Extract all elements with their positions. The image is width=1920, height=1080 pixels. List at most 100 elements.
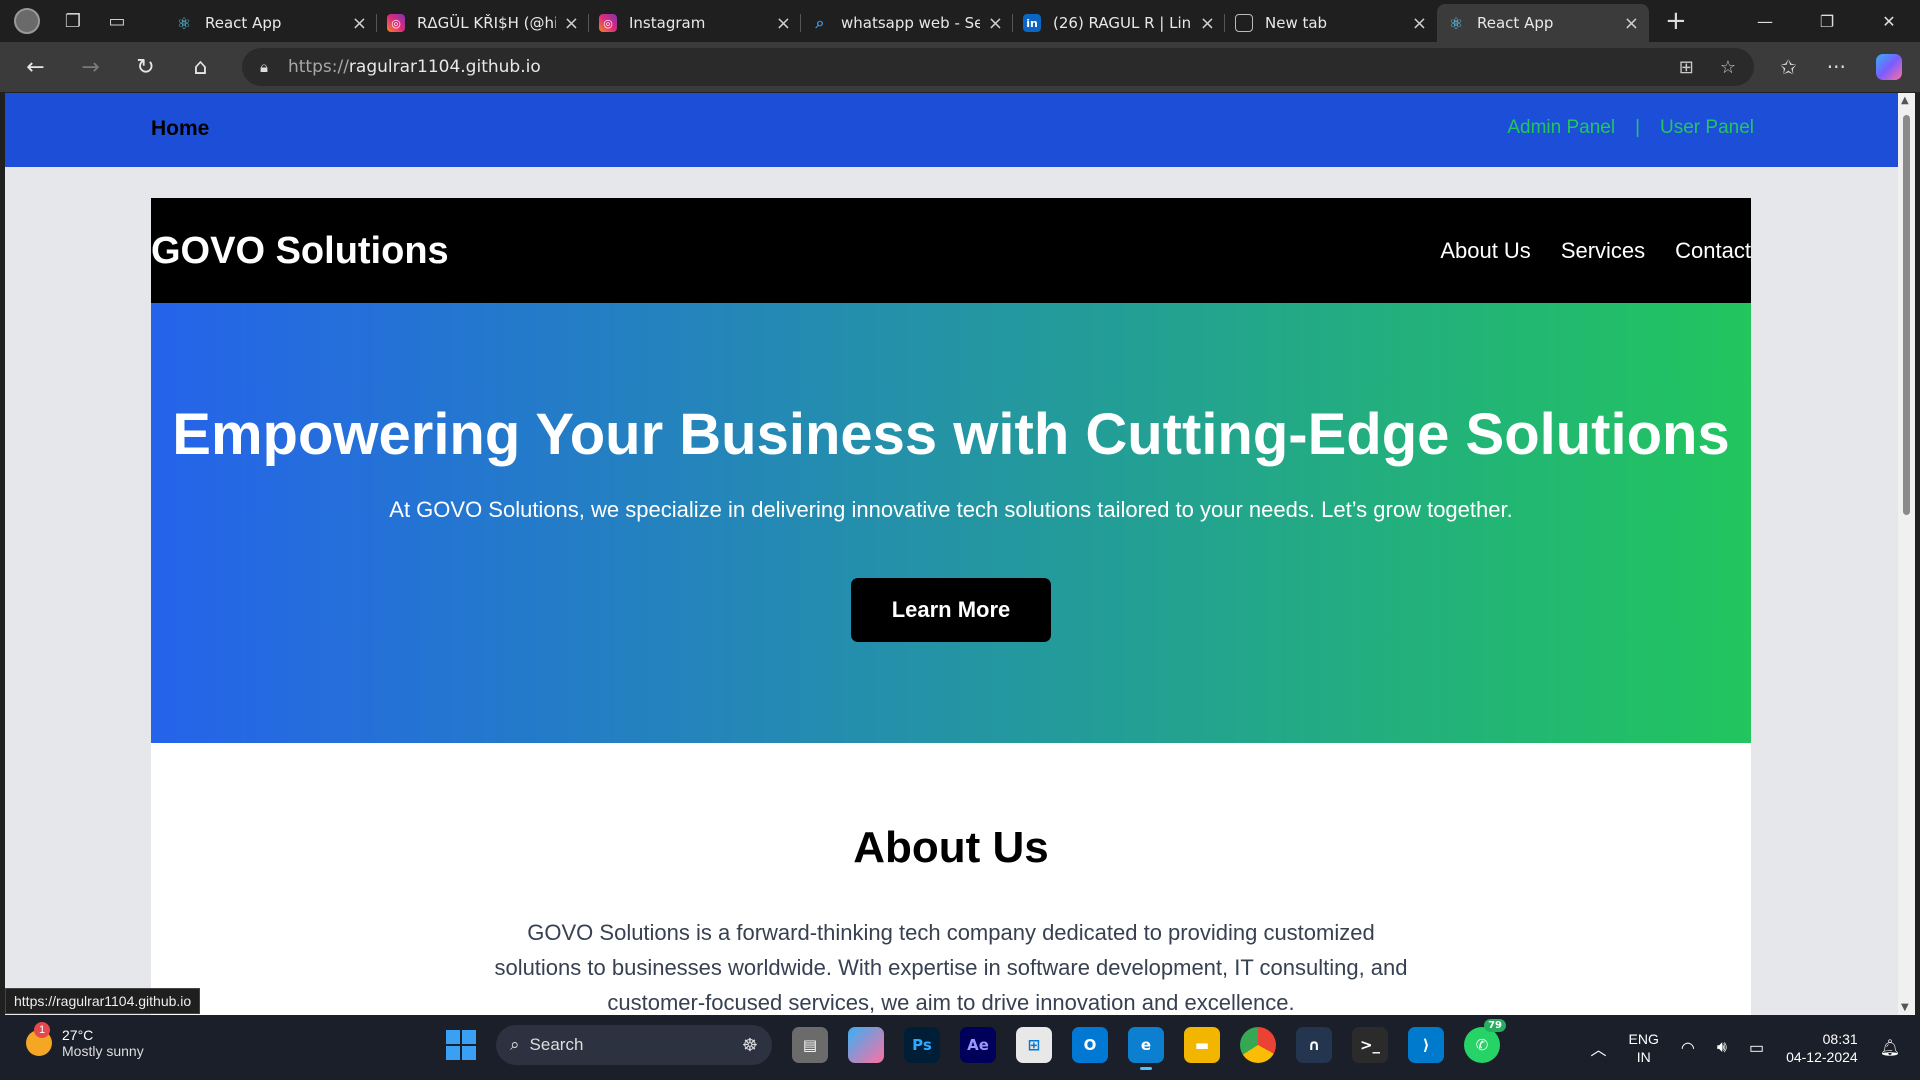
about-section: About Us GOVO Solutions is a forward-thi…	[151, 823, 1751, 1015]
close-tab-icon[interactable]: ×	[988, 13, 1003, 34]
vscode-icon[interactable]: ⟩	[1408, 1027, 1444, 1063]
profile-avatar[interactable]	[14, 8, 40, 34]
weather-temp: 27°C	[62, 1027, 94, 1043]
close-tab-icon[interactable]: ×	[1412, 13, 1427, 34]
page-scrollbar[interactable]: ▲ ▼	[1898, 93, 1915, 1015]
nav-services[interactable]: Services	[1561, 238, 1645, 264]
system-tray: ︿ ENG IN ◠ 🔊︎ ▭ 08:31 04-12-2024 🔔︎	[1591, 1015, 1920, 1080]
search-label: Search	[529, 1035, 584, 1054]
more-menu-icon[interactable]: ···	[1827, 55, 1846, 79]
address-url[interactable]: https://ragulrar1104.github.io	[288, 57, 1653, 77]
notification-badge: 1	[34, 1022, 50, 1038]
back-arrow-icon[interactable]: ←	[8, 55, 63, 80]
new-tab-plus-icon[interactable]: +	[1665, 6, 1695, 36]
address-bar[interactable]: 🔒︎ https://ragulrar1104.github.io ⊞ ☆	[242, 48, 1754, 86]
close-tab-icon[interactable]: ×	[352, 13, 367, 34]
windows-start-icon[interactable]	[446, 1030, 476, 1060]
vertical-tabs-icon[interactable]: ▭	[106, 11, 128, 32]
wifi-icon[interactable]: ◠	[1681, 1038, 1695, 1058]
search-icon: ⌕	[815, 13, 825, 32]
browser-toolbar: ← → ↻ ⌂ 🔒︎ https://ragulrar1104.github.i…	[0, 42, 1920, 92]
file-explorer-icon[interactable]: ▬	[1184, 1027, 1220, 1063]
tab-title: React App	[1477, 14, 1554, 32]
tab-list: ⚛ React App × ◎ RΔGÜL KŘI$H (@hig × ◎ In…	[165, 0, 1649, 42]
learn-more-button[interactable]: Learn More	[851, 578, 1051, 642]
language-indicator[interactable]: ENG IN	[1629, 1030, 1659, 1066]
clock-date: 04-12-2024	[1786, 1048, 1858, 1065]
site-nav: About Us Services Contact	[1440, 238, 1751, 264]
tab-strip: ❐ ▭ ⚛ React App × ◎ RΔGÜL KŘI$H (@hig × …	[0, 0, 1920, 42]
admin-panel-link[interactable]: Admin Panel	[1507, 117, 1615, 139]
close-window-icon[interactable]: ✕	[1858, 12, 1920, 31]
tab-whatsapp-search[interactable]: ⌕ whatsapp web - Sea ×	[801, 4, 1013, 42]
task-view-icon[interactable]: ▤	[792, 1027, 828, 1063]
close-tab-icon[interactable]: ×	[1624, 13, 1639, 34]
notification-bell-icon[interactable]: 🔔︎	[1880, 1038, 1900, 1058]
taskbar-apps: ⌕ Search ☸ ▤ Ps Ae ⊞ O e ▬ ∩ >_ ⟩ ✆ 79	[446, 1019, 1506, 1070]
hero-subtitle: At GOVO Solutions, we specialize in deli…	[389, 497, 1513, 522]
whatsapp-unread-count: 79	[1484, 1019, 1506, 1032]
favorite-star-icon[interactable]: ☆	[1720, 57, 1736, 78]
home-icon[interactable]: ⌂	[173, 55, 228, 80]
volume-icon[interactable]: 🔊︎	[1717, 1039, 1727, 1057]
headset-app-icon[interactable]: ∩	[1296, 1027, 1332, 1063]
brand-logo-text[interactable]: GOVO Solutions	[151, 230, 449, 273]
page-viewport: Home Admin Panel | User Panel GOVO Solut…	[5, 93, 1898, 1015]
nav-about-us[interactable]: About Us	[1440, 238, 1531, 264]
site-header: GOVO Solutions About Us Services Contact	[151, 198, 1751, 303]
store-icon[interactable]: ⊞	[1016, 1027, 1052, 1063]
close-tab-icon[interactable]: ×	[776, 13, 791, 34]
close-tab-icon[interactable]: ×	[1200, 13, 1215, 34]
tab-title: whatsapp web - Sea	[841, 14, 980, 32]
forward-arrow-icon[interactable]: →	[63, 55, 118, 80]
chevron-up-icon[interactable]: ︿	[1591, 1036, 1607, 1060]
tab-title: New tab	[1265, 14, 1328, 32]
clock-time: 08:31	[1822, 1030, 1858, 1047]
react-icon: ⚛	[176, 13, 192, 33]
chrome-icon[interactable]	[1240, 1027, 1276, 1063]
weather-widget[interactable]: 1 27°C Mostly sunny	[26, 1022, 144, 1059]
tab-instagram-profile[interactable]: ◎ RΔGÜL KŘI$H (@hig ×	[377, 4, 589, 42]
scrollbar-thumb[interactable]	[1903, 115, 1910, 515]
tab-react-app-1[interactable]: ⚛ React App ×	[165, 4, 377, 42]
outlook-icon[interactable]: O	[1072, 1027, 1108, 1063]
home-link[interactable]: Home	[151, 117, 209, 141]
hero-section: Empowering Your Business with Cutting-Ed…	[151, 303, 1751, 743]
app-available-icon[interactable]: ⊞	[1679, 57, 1694, 78]
workspaces-icon[interactable]: ❐	[62, 11, 84, 32]
scroll-down-icon[interactable]: ▼	[1901, 1002, 1909, 1013]
after-effects-icon[interactable]: Ae	[960, 1027, 996, 1063]
window-controls: — ❐ ✕	[1734, 12, 1920, 31]
photoshop-icon[interactable]: Ps	[904, 1027, 940, 1063]
edge-icon[interactable]: e	[1128, 1027, 1164, 1070]
tab-react-app-active[interactable]: ⚛ React App ×	[1437, 4, 1649, 42]
battery-icon[interactable]: ▭	[1749, 1038, 1764, 1058]
tab-new-tab[interactable]: New tab ×	[1225, 4, 1437, 42]
scroll-up-icon[interactable]: ▲	[1901, 95, 1909, 106]
tab-title: Instagram	[629, 14, 706, 32]
nav-contact[interactable]: Contact	[1675, 238, 1751, 264]
terminal-icon[interactable]: >_	[1352, 1027, 1388, 1063]
refresh-icon[interactable]: ↻	[118, 55, 173, 80]
lock-icon[interactable]: 🔒︎	[260, 58, 268, 76]
tab-title: (26) RAGUL R | Linke	[1053, 14, 1192, 32]
close-tab-icon[interactable]: ×	[564, 13, 579, 34]
tab-instagram[interactable]: ◎ Instagram ×	[589, 4, 801, 42]
tab-title: React App	[205, 14, 282, 32]
clock[interactable]: 08:31 04-12-2024	[1786, 1030, 1858, 1066]
restore-icon[interactable]: ❐	[1796, 12, 1858, 31]
user-panel-link[interactable]: User Panel	[1660, 117, 1754, 139]
status-bar-url: https://ragulrar1104.github.io	[5, 988, 201, 1014]
copilot-app-icon[interactable]	[848, 1027, 884, 1063]
tab-title: RΔGÜL KŘI$H (@hig	[417, 14, 556, 32]
panel-links: Admin Panel | User Panel	[1507, 117, 1754, 139]
taskbar-search[interactable]: ⌕ Search ☸	[496, 1025, 772, 1065]
favorites-icon[interactable]: ✩	[1780, 55, 1797, 79]
instagram-icon: ◎	[599, 14, 617, 32]
copilot-icon[interactable]	[1875, 54, 1902, 80]
sun-icon: 1	[26, 1022, 52, 1056]
minimize-icon[interactable]: —	[1734, 12, 1796, 31]
toolbar-right: ✩ ···	[1780, 54, 1902, 80]
tab-linkedin[interactable]: in (26) RAGUL R | Linke ×	[1013, 4, 1225, 42]
whatsapp-icon[interactable]: ✆ 79	[1464, 1019, 1506, 1063]
